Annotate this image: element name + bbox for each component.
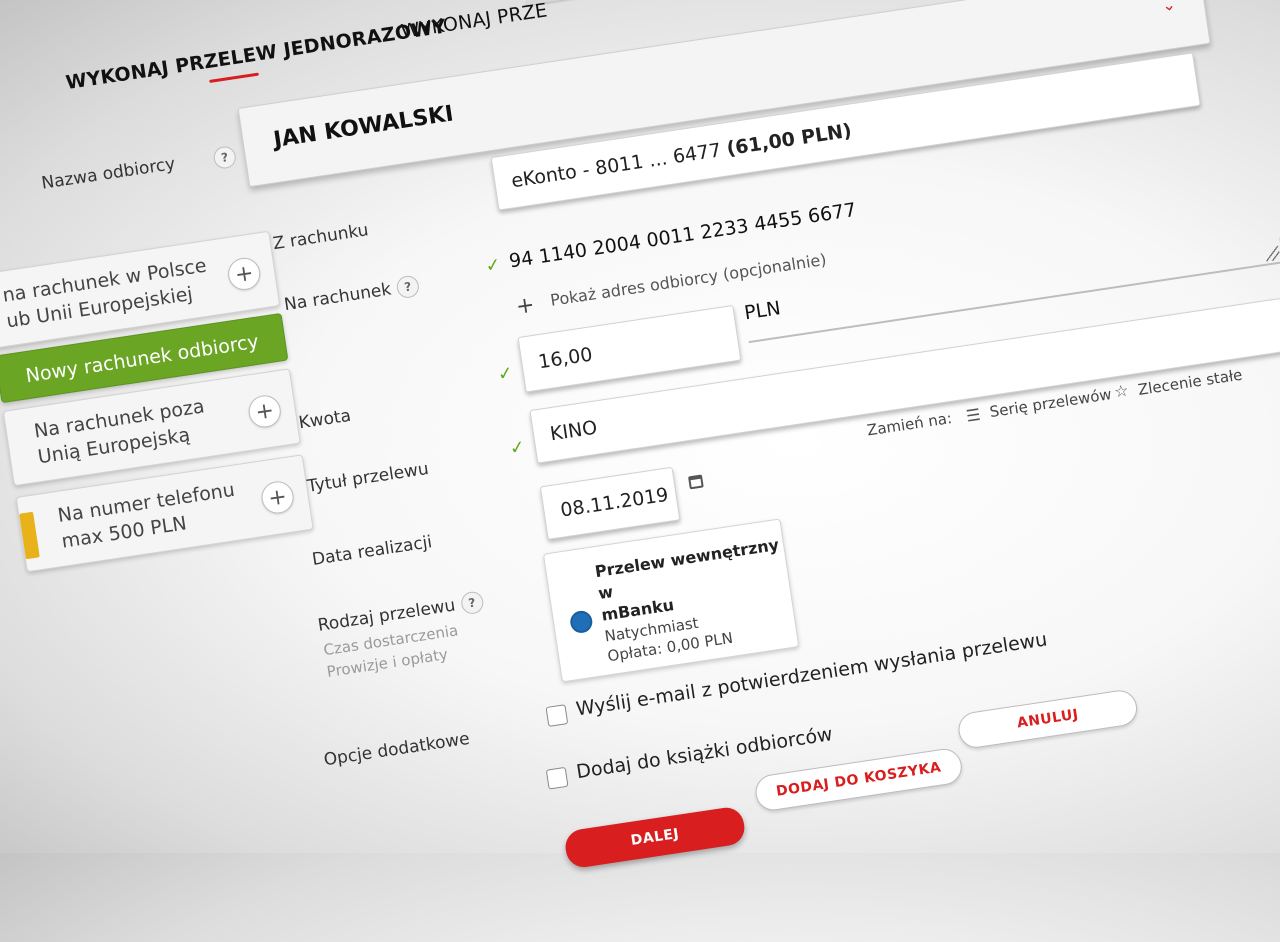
title-label: Tytuł przelewu — [306, 459, 430, 497]
add-icon[interactable]: + — [226, 256, 262, 292]
amount-label: Kwota — [297, 406, 352, 434]
transfer-type-card[interactable]: Przelew wewnętrzny w mBanku Natychmiast … — [543, 518, 800, 682]
check-icon: ✓ — [508, 436, 526, 459]
phone-icon — [19, 512, 40, 560]
add-icon[interactable]: + — [259, 479, 295, 515]
recipient-label-text: Nazwa odbiorcy — [40, 154, 176, 194]
tab-other-transfer[interactable]: WYKONAJ PRZE — [400, 0, 549, 43]
replace-label: Zamień na: — [866, 409, 953, 439]
tab-active-underline — [209, 73, 259, 83]
cancel-button[interactable]: ANULUJ — [956, 688, 1139, 750]
transfer-form: WYKONAJ PRZELEW JEDNORAZOWY WYKONAJ PRZE… — [0, 0, 1280, 844]
date-label: Data realizacji — [311, 532, 434, 570]
addressbook-checkbox[interactable] — [546, 767, 569, 790]
recipient-help-icon[interactable]: ? — [212, 145, 237, 170]
star-icon: ☆ — [1113, 381, 1130, 402]
recipient-label: Nazwa odbiorcy — [40, 154, 176, 194]
transfer-type-help-icon[interactable]: ? — [460, 590, 485, 615]
check-icon: ✓ — [484, 254, 502, 277]
chevron-down-icon: ⌄ — [1161, 0, 1177, 15]
next-button[interactable]: DALEJ — [563, 805, 747, 869]
calendar-icon[interactable] — [688, 474, 704, 489]
to-account-label-text: Na rachunek — [283, 279, 393, 315]
from-account-value: eKonto - 8011 ... 6477 — [510, 139, 723, 192]
to-account-help-icon[interactable]: ? — [395, 274, 420, 299]
amount-value: 16,00 — [537, 343, 594, 373]
from-account-balance: (61,00 PLN) — [725, 120, 853, 160]
from-account-label: Z rachunku — [272, 220, 370, 254]
add-to-basket-button[interactable]: DODAJ DO KOSZYKA — [753, 746, 964, 812]
resize-grip-icon[interactable] — [1265, 246, 1280, 262]
radio-selected-icon[interactable] — [569, 609, 594, 634]
recipient-name: JAN KOWALSKI — [272, 101, 455, 153]
amount-input[interactable]: 16,00 — [518, 305, 742, 393]
title-value: KINO — [549, 417, 599, 446]
email-checkbox[interactable] — [546, 704, 569, 727]
add-icon[interactable]: + — [247, 393, 283, 429]
plus-icon[interactable]: + — [514, 293, 536, 320]
list-icon: ☰ — [965, 405, 982, 426]
date-input[interactable]: 08.11.2019 — [540, 467, 681, 540]
extra-options-label: Opcje dodatkowe — [322, 729, 471, 771]
date-value: 08.11.2019 — [559, 484, 670, 522]
check-icon: ✓ — [496, 362, 514, 385]
to-account-label: Na rachunek? — [283, 274, 421, 316]
tab-one-time-transfer[interactable]: WYKONAJ PRZELEW JEDNORAZOWY — [64, 15, 447, 94]
